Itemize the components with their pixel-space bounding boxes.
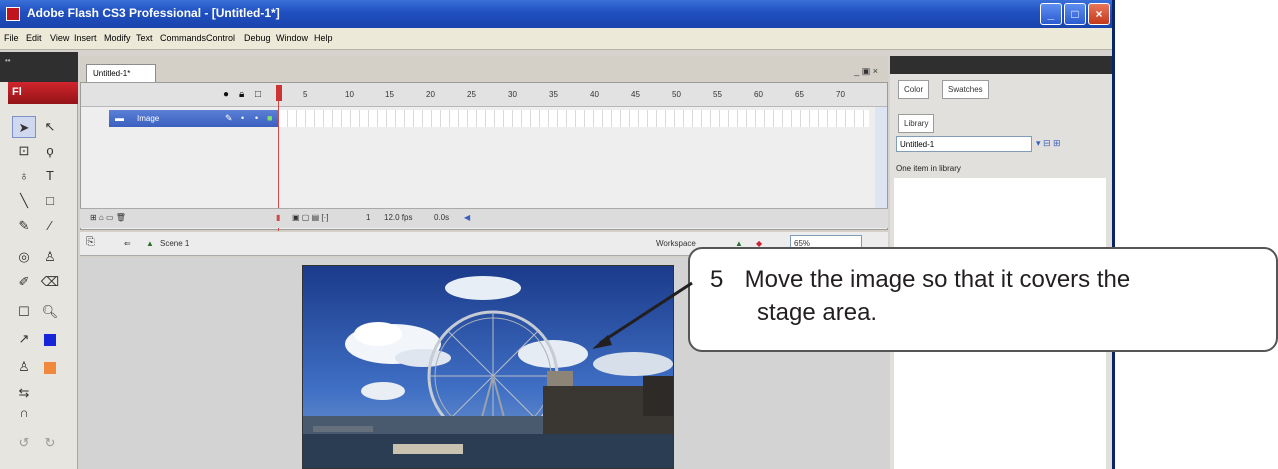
workspace-menu[interactable]: Workspace: [656, 239, 696, 248]
layer-buttons[interactable]: ⊞ ⌂ ▭ 🗑︎: [90, 213, 126, 222]
ink-bottle-icon[interactable]: ◎: [12, 246, 36, 268]
current-frame: 1: [366, 213, 371, 222]
frame-number: 60: [754, 90, 763, 99]
tab-swatches[interactable]: Swatches: [942, 80, 989, 99]
menu-insert[interactable]: Insert: [74, 33, 97, 43]
pencil-icon: ✎: [225, 113, 233, 123]
maximize-button[interactable]: □: [1064, 3, 1086, 25]
line-icon[interactable]: ╲: [12, 190, 36, 212]
frame-number: 50: [672, 90, 681, 99]
fill-color-icon[interactable]: [38, 328, 62, 350]
menu-view[interactable]: View: [50, 33, 69, 43]
eyedropper-icon[interactable]: ✐: [12, 271, 36, 293]
callout-arrow: [592, 281, 693, 349]
flash-app-icon: [6, 7, 20, 21]
brush-icon[interactable]: ∕: [38, 215, 62, 237]
menu-file[interactable]: File: [4, 33, 19, 43]
frame-number: 20: [426, 90, 435, 99]
document-window-controls[interactable]: _ ▣ ×: [854, 66, 878, 77]
callout-line-2: stage area.: [757, 299, 878, 326]
frame-number: 40: [590, 90, 599, 99]
scroll-left-icon[interactable]: ◀: [464, 213, 470, 222]
tools-handle[interactable]: ••: [0, 52, 78, 82]
flash-logo: Fl: [8, 82, 78, 104]
subselection-tool-icon[interactable]: ↖: [38, 116, 62, 138]
timeline-footer: ⊞ ⌂ ▭ 🗑︎ ▮ ▣ ▢ ▤ [·] 1 12.0 fps 0.0s ◀: [80, 208, 888, 228]
text-icon[interactable]: T: [38, 165, 62, 187]
center-frame-icon[interactable]: ▮: [276, 213, 280, 222]
snap-icon[interactable]: ∩: [12, 402, 36, 424]
pen-icon[interactable]: ♁: [12, 165, 36, 187]
menu-control[interactable]: Control: [206, 33, 235, 43]
layer-icon: ▬: [115, 113, 124, 123]
layer-name: Image: [137, 114, 160, 123]
paint-color-icon[interactable]: ♙: [12, 356, 36, 378]
layer-row-image[interactable]: ▬ Image ✎ • • ■: [109, 110, 279, 127]
elapsed-time: 0.0s: [434, 213, 450, 222]
frame-number: 35: [549, 90, 558, 99]
stroke-color-icon[interactable]: ↗: [12, 328, 36, 350]
free-transform-icon[interactable]: ⊡: [12, 140, 36, 162]
frame-number: 55: [713, 90, 722, 99]
lock-dot[interactable]: •: [255, 113, 258, 123]
title-bar: Adobe Flash CS3 Professional - [Untitled…: [0, 0, 1112, 28]
straighten-icon[interactable]: ↻: [38, 432, 62, 454]
callout-line-1: Move the image so that it covers the: [744, 266, 1131, 293]
flash-window: Adobe Flash CS3 Professional - [Untitled…: [0, 0, 1115, 469]
fill-swatch-icon[interactable]: [38, 356, 62, 378]
eraser-icon[interactable]: ⌫: [38, 271, 62, 293]
zoom-icon[interactable]: 🔍︎: [38, 301, 62, 323]
frame-number: 5: [303, 90, 308, 99]
tab-untitled-1[interactable]: Untitled-1*: [86, 64, 156, 82]
frame-number: 25: [467, 90, 476, 99]
menu-bar: File Edit View Insert Modify Text Comman…: [0, 28, 1112, 50]
visibility-dot[interactable]: •: [241, 113, 244, 123]
frame-number: 30: [508, 90, 517, 99]
timeline-toggle-icon[interactable]: ⎘: [86, 236, 95, 249]
smooth-icon[interactable]: ↺: [12, 432, 36, 454]
outline-color-icon[interactable]: ■: [267, 113, 272, 123]
hand-icon[interactable]: ☐: [12, 301, 36, 323]
frame-rate: 12.0 fps: [384, 213, 413, 222]
menu-help[interactable]: Help: [314, 33, 333, 43]
step-number: 5: [710, 266, 724, 293]
menu-debug[interactable]: Debug: [244, 33, 271, 43]
callout-text: 5 Move the image so that it covers the s…: [710, 263, 1265, 329]
rectangle-icon[interactable]: □: [38, 190, 62, 212]
menu-text[interactable]: Text: [136, 33, 153, 43]
pencil-icon[interactable]: ✎: [12, 215, 36, 237]
selection-tool-icon[interactable]: ➤: [12, 116, 36, 138]
onion-skin-icons[interactable]: ▣ ▢ ▤ [·]: [292, 213, 328, 222]
frame-number: 65: [795, 90, 804, 99]
window-title: Adobe Flash CS3 Professional - [Untitled…: [27, 6, 280, 20]
scene-label[interactable]: Scene 1: [160, 239, 189, 248]
tools-panel: •• Fl ➤ ↖ ⊡ ϙ ♁ T ╲ □ ✎ ∕ ◎ ♙ ✐ ⌫ ☐ 🔍︎ ↗…: [0, 52, 78, 469]
library-document-select[interactable]: Untitled-1: [896, 136, 1032, 152]
scene-icon: ▲: [146, 239, 154, 248]
lasso-icon[interactable]: ϙ: [38, 140, 62, 162]
instruction-callout: 5 Move the image so that it covers the s…: [592, 247, 1278, 352]
frame-number: 15: [385, 90, 394, 99]
frame-number: 70: [836, 90, 845, 99]
eye-icon[interactable]: ●: [223, 89, 229, 100]
minimize-button[interactable]: _: [1040, 3, 1062, 25]
new-library-icon[interactable]: ▾ ⊟ ⊞: [1036, 138, 1061, 149]
layer-frames[interactable]: [279, 110, 869, 127]
close-button[interactable]: ×: [1088, 3, 1110, 25]
swap-colors-icon[interactable]: ⇆: [12, 382, 36, 404]
tab-library[interactable]: Library: [898, 114, 935, 133]
menu-edit[interactable]: Edit: [26, 33, 42, 43]
menu-commands[interactable]: Commands: [160, 33, 206, 43]
menu-window[interactable]: Window: [276, 33, 308, 43]
library-item-count: One item in library: [896, 164, 961, 173]
frame-number: 10: [345, 90, 354, 99]
frame-number: 45: [631, 90, 640, 99]
outline-icon[interactable]: □: [255, 89, 261, 100]
timeline-header: ● 🔒︎ □ 5 10 15 20 25 30 35 40 45 50 55 6…: [81, 83, 887, 107]
lock-icon[interactable]: 🔒︎: [239, 89, 244, 100]
paint-bucket-icon[interactable]: ♙: [38, 246, 62, 268]
menu-modify[interactable]: Modify: [104, 33, 131, 43]
tab-color[interactable]: Color: [898, 80, 930, 99]
back-arrow-icon[interactable]: ⇐: [124, 239, 131, 248]
